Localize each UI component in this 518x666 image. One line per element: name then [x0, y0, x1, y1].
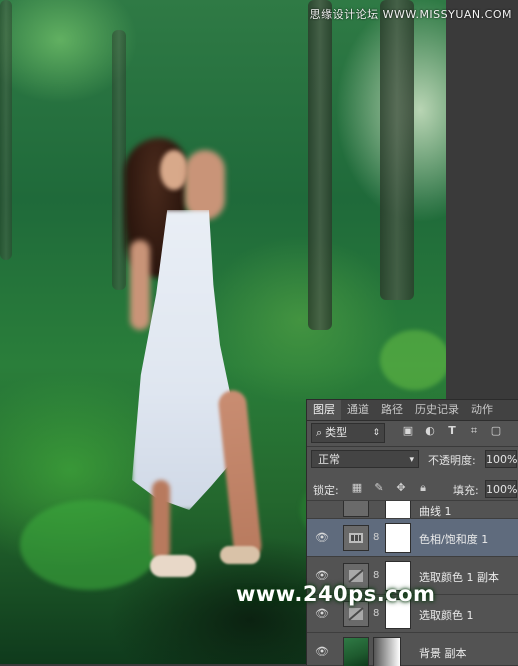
shoe [150, 555, 196, 577]
image-filter-icon[interactable]: ▣ [401, 424, 415, 438]
blend-mode-dropdown[interactable]: 正常 ▾ [311, 450, 419, 468]
layer-row[interactable]: 👁︎ 8 色相/饱和度 1 [307, 518, 518, 557]
tree-trunk [0, 0, 12, 260]
tree-trunk [112, 30, 126, 290]
smart-object-filter-icon[interactable]: ▢ [489, 424, 503, 438]
girl-arm [130, 240, 150, 330]
fern-foliage [380, 330, 446, 390]
updown-arrows-icon: ⇕ [372, 428, 380, 438]
layer-mask-thumb[interactable] [373, 637, 401, 666]
girl-leg [217, 389, 263, 561]
lock-position-icon[interactable]: ✥ [395, 482, 407, 494]
shape-filter-icon[interactable]: ⌗ [467, 424, 481, 438]
layer-filter-dropdown[interactable]: ⌕ 类型 ⇕ [311, 423, 385, 443]
lock-label: 锁定: [313, 484, 339, 497]
girl-leg [152, 480, 170, 560]
girl-face [160, 150, 188, 190]
curves-adjustment-icon [343, 501, 369, 517]
tree-trunk [380, 0, 414, 300]
layer-mask-thumb [385, 501, 411, 519]
tab-paths[interactable]: 路径 [375, 400, 409, 420]
chevron-down-icon: ▾ [409, 455, 414, 465]
link-icon[interactable]: 8 [373, 569, 381, 583]
tab-layers[interactable]: 图层 [307, 400, 341, 420]
watermark-bottom: www.240ps.com [236, 582, 436, 606]
type-filter-icon[interactable]: T [445, 424, 459, 438]
girl-arm [185, 150, 225, 220]
layer-thumbnail[interactable] [343, 637, 369, 666]
opacity-label: 不透明度: [428, 454, 476, 467]
adjustment-filter-icon[interactable]: ◐ [423, 424, 437, 438]
divider [307, 446, 518, 447]
fill-input[interactable]: 100% [485, 480, 517, 498]
fill-label: 填充: [453, 484, 479, 497]
eye-icon[interactable]: 👁︎ [315, 607, 329, 621]
lock-transparency-icon[interactable]: ▦ [351, 482, 363, 494]
link-icon[interactable]: 8 [373, 607, 381, 621]
lock-all-icon[interactable]: 🔒︎ [417, 482, 429, 494]
layer-mask-thumb[interactable] [385, 523, 411, 553]
search-icon: ⌕ [316, 426, 323, 439]
layer-name: 选取颜色 1 [419, 609, 474, 622]
layer-row[interactable]: 曲线 1 [307, 500, 518, 519]
blend-mode-value: 正常 [318, 453, 340, 466]
fern-foliage [20, 500, 160, 590]
layer-name: 曲线 1 [419, 505, 452, 518]
eye-icon[interactable]: 👁︎ [315, 645, 329, 659]
tab-actions[interactable]: 动作 [465, 400, 499, 420]
link-icon[interactable]: 8 [373, 531, 381, 545]
tree-trunk [308, 0, 332, 330]
eye-icon[interactable]: 👁︎ [315, 569, 329, 583]
tab-history[interactable]: 历史记录 [409, 400, 465, 420]
opacity-input[interactable]: 100% [485, 450, 517, 468]
layer-name: 背景 副本 [419, 647, 467, 660]
hue-saturation-adjustment-icon [343, 525, 369, 551]
shoe [220, 546, 260, 564]
filter-label: 类型 [325, 426, 348, 439]
eye-icon[interactable]: 👁︎ [315, 531, 329, 545]
lock-brush-icon[interactable]: ✎ [373, 482, 385, 494]
tab-channels[interactable]: 通道 [341, 400, 375, 420]
watermark-top: 思缘设计论坛 WWW.MISSYUAN.COM [309, 8, 512, 21]
layer-row[interactable]: 👁︎ 背景 副本 [307, 632, 518, 666]
layer-name: 色相/饱和度 1 [419, 533, 489, 546]
layers-panel: 图层 通道 路径 历史记录 动作 ⌕ 类型 ⇕ ▣ ◐ T ⌗ ▢ 正常 ▾ 不透… [306, 399, 518, 666]
panel-tabs: 图层 通道 路径 历史记录 动作 [307, 400, 518, 421]
